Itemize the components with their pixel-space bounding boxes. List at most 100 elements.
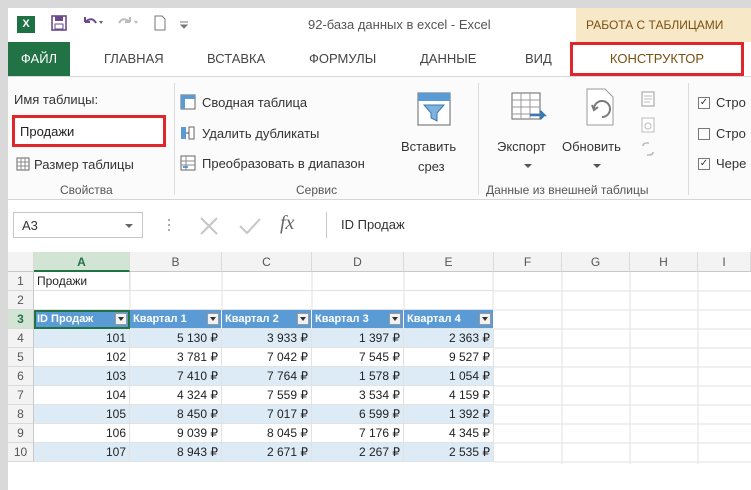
filter-dropdown-icon[interactable] [297, 313, 309, 325]
formula-input[interactable]: ID Продаж [326, 212, 751, 238]
row-header[interactable]: 1 [8, 272, 34, 291]
filter-dropdown-icon[interactable] [207, 313, 219, 325]
row-header[interactable]: 7 [8, 386, 34, 405]
pivot-table-button[interactable]: Сводная таблица [202, 95, 307, 110]
row-header[interactable]: 8 [8, 405, 34, 424]
export-icon [511, 92, 548, 120]
redo-icon[interactable] [116, 15, 140, 31]
tab-formulas[interactable]: ФОРМУЛЫ [309, 42, 376, 76]
tab-design[interactable]: КОНСТРУКТОР [570, 42, 744, 76]
table-header-cell[interactable]: Квартал 1 [130, 310, 222, 329]
header-row-checkbox[interactable]: ✓ [698, 97, 710, 109]
save-icon[interactable] [51, 15, 67, 31]
export-dropdown-icon[interactable] [523, 162, 539, 178]
table-cell[interactable]: 4 324 ₽ [130, 386, 222, 405]
table-cell[interactable]: 7 559 ₽ [222, 386, 312, 405]
table-cell[interactable]: 106 [34, 424, 130, 443]
column-header-h[interactable]: H [630, 252, 698, 272]
refresh-button[interactable]: Обновить [562, 139, 621, 154]
column-header-c[interactable]: C [222, 252, 312, 272]
properties-icon[interactable] [640, 91, 656, 107]
table-cell[interactable]: 2 535 ₽ [404, 443, 494, 462]
table-cell[interactable]: 7 017 ₽ [222, 405, 312, 424]
column-header-e[interactable]: E [404, 252, 494, 272]
row-header[interactable]: 9 [8, 424, 34, 443]
filter-dropdown-icon[interactable] [479, 313, 491, 325]
name-box-dropdown-icon[interactable] [124, 222, 140, 238]
table-cell[interactable]: 7 410 ₽ [130, 367, 222, 386]
table-cell[interactable]: 2 671 ₽ [222, 443, 312, 462]
table-cell[interactable]: 105 [34, 405, 130, 424]
table-cell[interactable]: 1 397 ₽ [312, 329, 404, 348]
tab-data[interactable]: ДАННЫЕ [420, 42, 476, 76]
table-cell[interactable]: 3 933 ₽ [222, 329, 312, 348]
table-cell[interactable]: 3 781 ₽ [130, 348, 222, 367]
enter-icon[interactable] [238, 216, 262, 236]
table-cell[interactable]: 1 578 ₽ [312, 367, 404, 386]
table-header-cell[interactable]: ID Продаж [34, 310, 130, 329]
tab-insert[interactable]: ВСТАВКА [207, 42, 265, 76]
refresh-dropdown-icon[interactable] [592, 162, 608, 178]
table-cell[interactable]: 7 042 ₽ [222, 348, 312, 367]
export-button[interactable]: Экспорт [497, 139, 546, 154]
filter-dropdown-icon[interactable] [115, 313, 127, 325]
select-all-corner[interactable] [8, 252, 34, 272]
table-cell[interactable]: 1 392 ₽ [404, 405, 494, 424]
table-header-cell[interactable]: Квартал 4 [404, 310, 494, 329]
column-header-b[interactable]: B [130, 252, 222, 272]
new-file-icon[interactable] [153, 15, 167, 31]
table-cell[interactable]: 9 039 ₽ [130, 424, 222, 443]
undo-icon[interactable] [80, 15, 104, 31]
table-cell[interactable]: 9 527 ₽ [404, 348, 494, 367]
table-cell[interactable]: 107 [34, 443, 130, 462]
table-cell[interactable]: 4 345 ₽ [404, 424, 494, 443]
banded-rows-checkbox[interactable]: ✓ [698, 158, 710, 170]
row-header[interactable]: 3 [8, 310, 34, 329]
row-header[interactable]: 4 [8, 329, 34, 348]
table-cell[interactable]: 7 764 ₽ [222, 367, 312, 386]
table-cell[interactable]: 2 363 ₽ [404, 329, 494, 348]
table-cell[interactable]: 103 [34, 367, 130, 386]
row-header[interactable]: 10 [8, 443, 34, 462]
column-header-f[interactable]: F [494, 252, 562, 272]
column-header-g[interactable]: G [562, 252, 630, 272]
table-cell[interactable]: 1 054 ₽ [404, 367, 494, 386]
table-cell[interactable]: 5 130 ₽ [130, 329, 222, 348]
table-cell[interactable]: 6 599 ₽ [312, 405, 404, 424]
remove-duplicates-button[interactable]: Удалить дубликаты [202, 126, 319, 141]
table-cell[interactable]: 104 [34, 386, 130, 405]
table-cell[interactable]: 3 534 ₽ [312, 386, 404, 405]
row-header[interactable]: 2 [8, 291, 34, 310]
table-cell[interactable]: 7 176 ₽ [312, 424, 404, 443]
column-header-i[interactable]: I [698, 252, 751, 272]
cancel-icon[interactable] [198, 216, 220, 236]
unlink-icon[interactable] [640, 141, 656, 157]
open-in-browser-icon[interactable] [640, 117, 656, 133]
table-header-cell[interactable]: Квартал 2 [222, 310, 312, 329]
table-cell[interactable]: 2 267 ₽ [312, 443, 404, 462]
row-header[interactable]: 6 [8, 367, 34, 386]
total-row-checkbox[interactable] [698, 128, 710, 140]
column-header-d[interactable]: D [312, 252, 404, 272]
customize-qat-icon[interactable] [178, 15, 190, 31]
drag-handle-icon[interactable] [166, 216, 182, 232]
column-header-a[interactable]: A [34, 252, 130, 272]
table-cell[interactable]: 8 943 ₽ [130, 443, 222, 462]
table-cell[interactable]: 8 450 ₽ [130, 405, 222, 424]
filter-dropdown-icon[interactable] [389, 313, 401, 325]
row-header[interactable]: 5 [8, 348, 34, 367]
tab-home[interactable]: ГЛАВНАЯ [104, 42, 164, 76]
table-cell[interactable]: 101 [34, 329, 130, 348]
tab-view[interactable]: ВИД [525, 42, 552, 76]
insert-slicer-button[interactable]: Вставить [401, 139, 456, 154]
table-header-cell[interactable]: Квартал 3 [312, 310, 404, 329]
table-cell[interactable]: 8 045 ₽ [222, 424, 312, 443]
convert-to-range-button[interactable]: Преобразовать в диапазон [202, 156, 365, 171]
resize-table-button[interactable]: Размер таблицы [34, 157, 134, 172]
insert-function-button[interactable]: fx [280, 212, 294, 235]
table-cell[interactable]: 7 545 ₽ [312, 348, 404, 367]
table-cell[interactable]: 102 [34, 348, 130, 367]
tab-file[interactable]: ФАЙЛ [8, 42, 70, 76]
table-cell[interactable]: 4 159 ₽ [404, 386, 494, 405]
table-name-input[interactable]: Продажи [12, 115, 166, 147]
